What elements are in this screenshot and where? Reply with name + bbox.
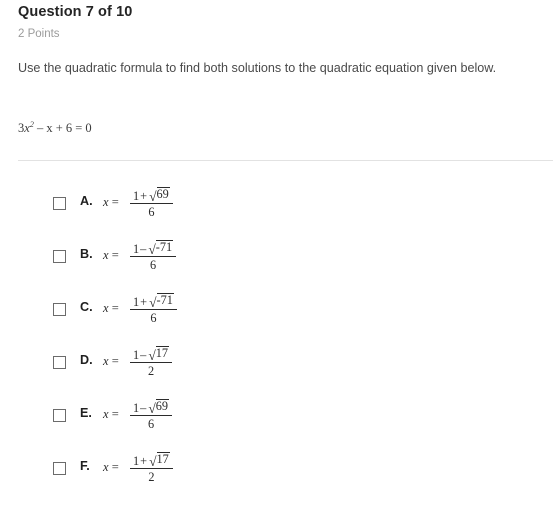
numerator-sign: +	[140, 453, 148, 468]
option-x-equals: x =	[103, 248, 119, 262]
radicand: 69	[155, 399, 170, 413]
option-fraction: 1– √69 6	[130, 398, 173, 431]
square-root-icon: √-71	[148, 240, 174, 257]
option-letter: B.	[80, 247, 93, 261]
option-x-equals: x =	[103, 301, 119, 315]
fraction-denominator: 6	[148, 205, 155, 219]
option-letter: D.	[80, 353, 93, 367]
square-root-icon: √-71	[149, 293, 174, 310]
radicand: 17	[155, 346, 170, 360]
numerator-sign: –	[140, 241, 147, 256]
fraction-denominator: 6	[147, 417, 155, 431]
section-divider	[18, 160, 553, 161]
equation-exponent: 2	[29, 120, 34, 129]
option-x-equals: x =	[103, 354, 119, 368]
option-letter: C.	[80, 300, 93, 314]
checkbox-e[interactable]	[53, 409, 66, 422]
option-fraction: 1– √-71 6	[130, 239, 177, 272]
option-fraction: 1 + √69 6	[130, 186, 173, 218]
option-letter: F.	[80, 459, 90, 473]
answer-options-list: A. x = 1 + √69 6 B. x = 1– √-71 6 C. x = 1 + √-71 6 D. x =…	[0, 186, 553, 504]
answer-option-b[interactable]: B. x = 1– √-71 6	[0, 239, 553, 292]
square-root-icon: √17	[148, 346, 170, 363]
radical-sign: √	[149, 453, 157, 469]
checkbox-d[interactable]	[53, 356, 66, 369]
radical-sign: √	[148, 347, 156, 363]
option-fraction: 1 + √17 2	[130, 451, 173, 483]
radical-sign: √	[148, 400, 156, 416]
answer-option-d[interactable]: D. x = 1– √17 2	[0, 345, 553, 398]
option-letter: A.	[80, 194, 93, 208]
points-label: 2 Points	[18, 28, 60, 40]
option-fraction: 1– √17 2	[130, 345, 173, 378]
square-root-icon: √17	[149, 452, 170, 469]
fraction-denominator: 6	[150, 311, 157, 325]
radical-sign: √	[149, 294, 157, 310]
square-root-icon: √69	[148, 399, 170, 416]
fraction-denominator: 6	[149, 258, 157, 272]
numerator-sign: +	[140, 294, 148, 309]
option-fraction: 1 + √-71 6	[130, 292, 177, 324]
numerator-sign: –	[140, 347, 147, 362]
fraction-numerator: 1 + √69	[130, 186, 173, 203]
fraction-numerator: 1– √17	[130, 345, 172, 362]
fraction-numerator: 1– √-71	[130, 239, 176, 256]
square-root-icon: √69	[149, 187, 170, 204]
fraction-numerator: 1 + √17	[130, 451, 173, 468]
equation-rest: – x + 6 = 0	[36, 121, 92, 136]
question-equation: 3x2 – x + 6 = 0	[18, 120, 92, 136]
radical-sign: √	[148, 241, 156, 257]
fraction-numerator: 1– √69	[130, 398, 172, 415]
checkbox-f[interactable]	[53, 462, 66, 475]
radicand: -71	[155, 240, 174, 254]
question-prompt: Use the quadratic formula to find both s…	[18, 61, 497, 75]
answer-option-e[interactable]: E. x = 1– √69 6	[0, 398, 553, 451]
fraction-numerator: 1 + √-71	[130, 292, 177, 309]
radicand: 17	[156, 452, 170, 466]
radicand: 69	[156, 187, 170, 201]
answer-option-a[interactable]: A. x = 1 + √69 6	[0, 186, 553, 239]
option-x-equals: x =	[103, 460, 119, 474]
numerator-sign: +	[140, 188, 148, 203]
checkbox-b[interactable]	[53, 250, 66, 263]
radical-sign: √	[149, 188, 157, 204]
radicand: -71	[156, 293, 174, 307]
fraction-denominator: 2	[148, 470, 155, 484]
option-x-equals: x =	[103, 407, 119, 421]
numerator-sign: –	[140, 400, 147, 415]
checkbox-a[interactable]	[53, 197, 66, 210]
option-letter: E.	[80, 406, 92, 420]
fraction-denominator: 2	[147, 364, 155, 378]
page-title: Question 7 of 10	[18, 4, 133, 20]
answer-option-f[interactable]: F. x = 1 + √17 2	[0, 451, 553, 504]
answer-option-c[interactable]: C. x = 1 + √-71 6	[0, 292, 553, 345]
option-x-equals: x =	[103, 195, 119, 209]
question-page: Question 7 of 10 2 Points Use the quadra…	[0, 0, 553, 509]
checkbox-c[interactable]	[53, 303, 66, 316]
